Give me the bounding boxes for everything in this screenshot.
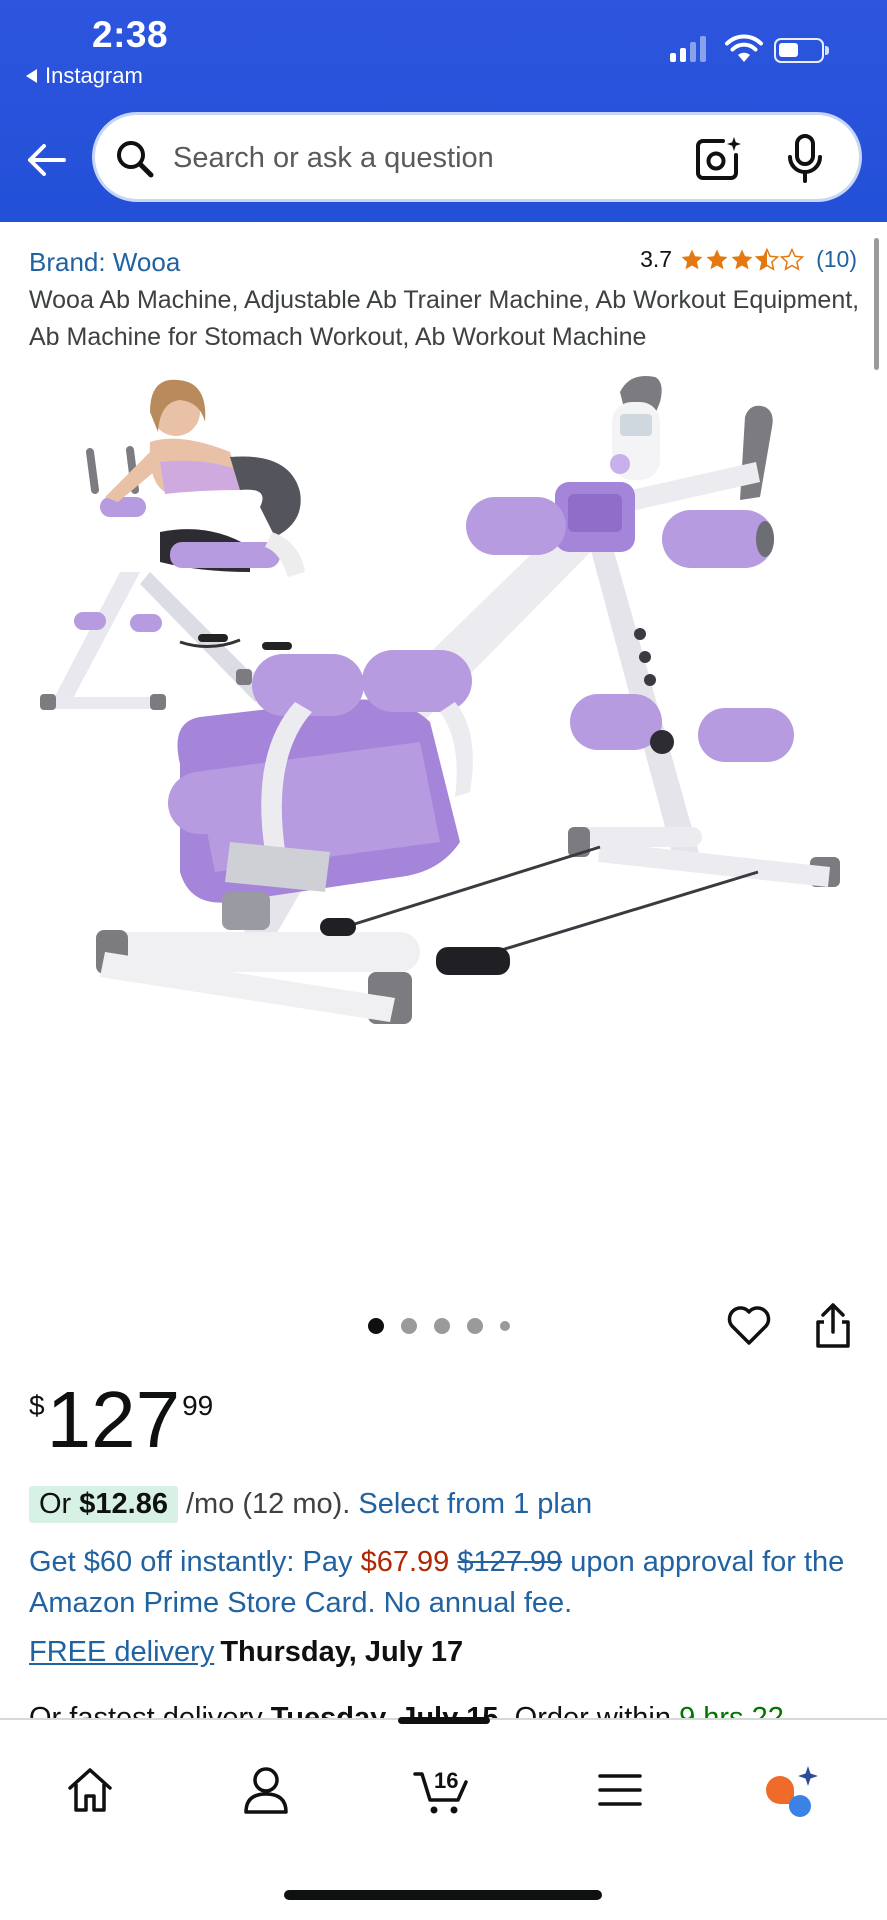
home-icon[interactable] <box>60 1760 120 1820</box>
rating-summary[interactable]: 3.7 (10) <box>640 246 857 273</box>
product-title: Wooa Ab Machine, Adjustable Ab Trainer M… <box>29 286 860 351</box>
brand-link[interactable]: Brand: Wooa <box>29 247 180 278</box>
offer-discount-price: $67.99 <box>360 1546 450 1578</box>
free-delivery-link[interactable]: FREE delivery <box>29 1636 214 1668</box>
installment-term: /mo (12 mo). <box>185 1488 351 1520</box>
star-full-icon <box>731 249 753 269</box>
star-full-icon <box>706 249 728 269</box>
status-back-to-app[interactable]: Instagram <box>26 63 143 89</box>
heart-icon[interactable] <box>726 1303 772 1347</box>
product-price: $ 127 99 <box>29 1380 213 1460</box>
gallery-pagination[interactable] <box>368 1318 510 1334</box>
rufus-icon[interactable] <box>762 1760 822 1820</box>
camera-icon[interactable] <box>693 135 741 183</box>
delivery-date: Thursday, July 17 <box>220 1636 464 1668</box>
price-whole: 127 <box>46 1375 181 1464</box>
installment-offer: Or $12.86 /mo (12 mo). Select from 1 pla… <box>29 1486 592 1523</box>
star-full-icon <box>681 249 703 269</box>
battery-icon <box>774 38 829 63</box>
star-empty-icon <box>780 247 805 271</box>
cart-count-badge: 16 <box>434 1768 459 1793</box>
store-card-offer[interactable]: Get $60 off instantly: Pay $67.99 $127.9… <box>29 1542 869 1624</box>
product-image-gallery[interactable] <box>0 372 887 1262</box>
select-plan-link[interactable]: Select from 1 plan <box>358 1488 592 1521</box>
status-back-label: Instagram <box>45 63 143 88</box>
gallery-dot-3[interactable] <box>434 1318 450 1334</box>
home-indicator <box>284 1890 602 1900</box>
menu-icon[interactable] <box>590 1760 650 1820</box>
back-triangle-icon <box>26 69 37 83</box>
installment-amount: $12.86 <box>79 1488 168 1520</box>
active-tab-indicator <box>398 1717 490 1724</box>
star-half-icon <box>755 247 780 271</box>
review-count-link[interactable]: (10) <box>816 246 857 273</box>
mic-icon[interactable] <box>785 133 825 185</box>
app-header: 2:38 Instagram <box>0 0 887 222</box>
gallery-dot-4[interactable] <box>467 1318 483 1334</box>
offer-original-price: $127.99 <box>457 1546 563 1578</box>
price-currency: $ <box>29 1390 45 1421</box>
gallery-dot-1[interactable] <box>368 1318 384 1334</box>
rating-value: 3.7 <box>640 246 673 272</box>
price-fraction: 99 <box>182 1390 214 1421</box>
search-bar[interactable] <box>92 112 862 202</box>
delivery-info: FREE delivery Thursday, July 17 <box>29 1636 463 1669</box>
gallery-dot-2[interactable] <box>401 1318 417 1334</box>
search-input[interactable] <box>173 133 643 183</box>
status-time: 2:38 <box>92 14 169 55</box>
wifi-icon <box>725 34 763 62</box>
rating-stars <box>680 247 805 272</box>
search-icon <box>117 141 154 178</box>
installment-badge: Or $12.86 <box>29 1486 178 1523</box>
cell-signal-icon <box>670 36 706 62</box>
account-icon[interactable] <box>236 1760 296 1820</box>
scroll-indicator <box>874 238 879 370</box>
share-icon[interactable] <box>814 1302 852 1350</box>
back-arrow-icon[interactable] <box>24 138 68 182</box>
gallery-dot-5[interactable] <box>500 1321 510 1331</box>
